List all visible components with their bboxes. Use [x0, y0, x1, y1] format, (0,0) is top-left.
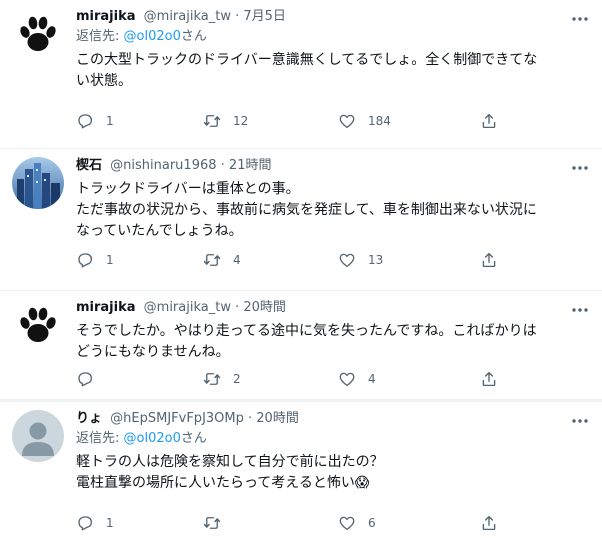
tweet-timestamp[interactable]: 20時間 [243, 300, 286, 315]
tweet-content: mirajika @mirajika_tw · 7月5日 返信先: @ol02o… [76, 8, 590, 92]
like-button[interactable]: 6 [338, 512, 376, 534]
reply-button[interactable]: 1 [76, 110, 114, 132]
user-handle[interactable]: @hEpSMJFvFpJ3OMp [110, 411, 244, 426]
like-count: 4 [368, 372, 376, 386]
separator: · [220, 158, 229, 173]
replying-to: 返信先: @ol02o0さん [76, 430, 590, 448]
heart-icon [338, 370, 356, 388]
retweet-count: 4 [233, 253, 241, 267]
tweet-header: りょ @hEpSMJFvFpJ3OMp · 20時間 [76, 410, 590, 428]
tweet-4[interactable]: りょ @hEpSMJFvFpJ3OMp · 20時間 返信先: @ol02o0さ… [0, 402, 602, 538]
reply-icon [76, 251, 94, 269]
replying-prefix: 返信先: [76, 29, 124, 44]
display-name[interactable]: りょ [76, 411, 102, 426]
tweet-header: 楔石 @nishinaru1968 · 21時間 [76, 157, 590, 175]
reply-count: 1 [106, 516, 114, 530]
tweet-header: mirajika @mirajika_tw · 20時間 [76, 299, 590, 317]
share-icon [480, 251, 498, 269]
like-button[interactable]: 13 [338, 249, 383, 271]
tweet-1[interactable]: mirajika @mirajika_tw · 7月5日 返信先: @ol02o… [0, 0, 602, 148]
tweet-actions: 1 4 13 [76, 249, 590, 271]
tweet-2[interactable]: 楔石 @nishinaru1968 · 21時間 トラックドライバーは重体との事… [0, 149, 602, 290]
tweet-actions: 2 4 [76, 368, 590, 390]
tweet-text: この大型トラックのドライバー意識無くしてるでしょ。全く制御できてな い状態。 [76, 52, 538, 89]
tweet-content: りょ @hEpSMJFvFpJ3OMp · 20時間 返信先: @ol02o0さ… [76, 410, 590, 494]
cityscape-avatar[interactable] [12, 157, 64, 209]
share-icon [480, 370, 498, 388]
tweet-actions: 1 6 [76, 512, 590, 534]
retweet-icon [203, 370, 221, 388]
heart-icon [338, 514, 356, 532]
tweet-text: そうでしたか。やはり走ってる途中に気を失ったんですね。こればかりは どうにもなり… [76, 323, 537, 360]
paw-icon[interactable] [12, 299, 64, 351]
retweet-icon [203, 112, 221, 130]
tweet-header: mirajika @mirajika_tw · 7月5日 [76, 8, 590, 26]
replying-handle-link[interactable]: @ol02o0 [124, 29, 181, 44]
share-icon [480, 514, 498, 532]
heart-icon [338, 112, 356, 130]
retweet-button[interactable]: 2 [203, 368, 241, 390]
user-handle[interactable]: @mirajika_tw [144, 9, 231, 24]
display-name[interactable]: mirajika [76, 9, 136, 24]
like-button[interactable]: 184 [338, 110, 391, 132]
replying-prefix: 返信先: [76, 431, 124, 446]
tweet-text: 軽トラの人は危険を察知して自分で前に出たの？ 電柱直撃の場所に人いたらって考える… [76, 454, 384, 491]
share-button[interactable] [480, 368, 498, 390]
replying-to: 返信先: @ol02o0さん [76, 28, 590, 46]
user-handle[interactable]: @mirajika_tw [144, 300, 231, 315]
tweet-content: mirajika @mirajika_tw · 20時間 そうでしたか。やはり走… [76, 299, 590, 363]
share-icon [480, 112, 498, 130]
share-button[interactable] [480, 249, 498, 271]
share-button[interactable] [480, 110, 498, 132]
paw-icon[interactable] [12, 8, 64, 60]
retweet-count: 12 [233, 114, 249, 128]
reply-count: 1 [106, 114, 114, 128]
tweet-timestamp[interactable]: 21時間 [229, 158, 272, 173]
replying-suffix: さん [180, 29, 207, 44]
like-count: 6 [368, 516, 376, 530]
share-button[interactable] [480, 512, 498, 534]
like-count: 13 [368, 253, 384, 267]
tweet-timestamp[interactable]: 7月5日 [243, 9, 286, 24]
tweet-content: 楔石 @nishinaru1968 · 21時間 トラックドライバーは重体との事… [76, 157, 590, 242]
reply-icon [76, 112, 94, 130]
like-count: 184 [368, 114, 391, 128]
tweet-3[interactable]: mirajika @mirajika_tw · 20時間 そうでしたか。やはり走… [0, 291, 602, 399]
reply-count: 1 [106, 253, 114, 267]
display-name[interactable]: 楔石 [76, 158, 102, 173]
tweet-actions: 1 12 184 [76, 110, 590, 132]
retweet-icon [203, 251, 221, 269]
default-avatar[interactable] [12, 410, 64, 462]
user-handle[interactable]: @nishinaru1968 [110, 158, 216, 173]
retweet-icon [203, 514, 221, 532]
like-button[interactable]: 4 [338, 368, 376, 390]
replying-handle-link[interactable]: @ol02o0 [124, 431, 181, 446]
retweet-button[interactable]: 12 [203, 110, 248, 132]
tweet-text: トラックドライバーは重体との事。 ただ事故の状況から、事故前に病気を発症して、車… [76, 181, 537, 239]
replying-suffix: さん [180, 431, 207, 446]
reply-icon [76, 370, 94, 388]
reply-button[interactable] [76, 368, 106, 390]
reply-button[interactable]: 1 [76, 249, 114, 271]
reply-button[interactable]: 1 [76, 512, 114, 534]
tweet-timestamp[interactable]: 20時間 [256, 411, 299, 426]
retweet-button[interactable]: 4 [203, 249, 241, 271]
retweet-count: 2 [233, 372, 241, 386]
retweet-button[interactable] [203, 512, 233, 534]
reply-icon [76, 514, 94, 532]
heart-icon [338, 251, 356, 269]
display-name[interactable]: mirajika [76, 300, 136, 315]
